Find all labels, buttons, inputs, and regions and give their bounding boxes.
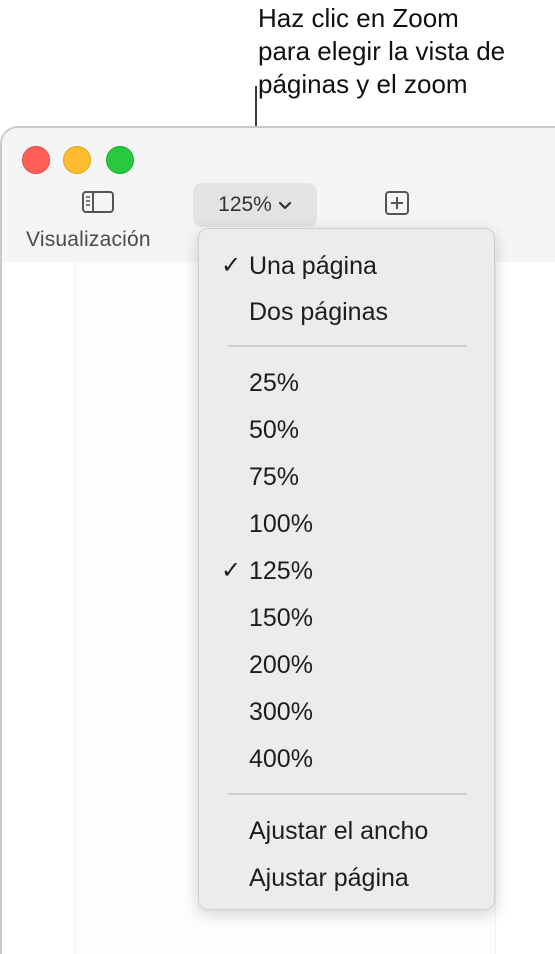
menu-item-zoom-125[interactable]: ✓ 125% <box>199 551 494 591</box>
zoom-popup-button[interactable]: 125% <box>193 183 317 227</box>
menu-item-una-pagina[interactable]: ✓ Una página <box>199 246 494 286</box>
zoom-menu: ✓ Una página Dos páginas 25% 50% 75% 100… <box>198 228 495 910</box>
menu-item-label: Una página <box>249 252 377 280</box>
checkmark-icon: ✓ <box>220 557 242 584</box>
menu-item-label: 150% <box>249 604 313 632</box>
menu-item-ajustar-pagina[interactable]: Ajustar página <box>199 858 494 898</box>
view-button[interactable] <box>78 190 118 218</box>
menu-item-label: 50% <box>249 416 300 444</box>
menu-item-zoom-50[interactable]: 50% <box>199 410 494 450</box>
maximize-window-button[interactable] <box>106 146 134 174</box>
menu-item-zoom-150[interactable]: 150% <box>199 598 494 638</box>
menu-item-label: 200% <box>249 651 313 679</box>
menu-item-zoom-25[interactable]: 25% <box>199 363 494 403</box>
add-page-button[interactable] <box>382 190 412 220</box>
menu-item-zoom-75[interactable]: 75% <box>199 457 494 497</box>
menu-item-label: 25% <box>249 369 300 397</box>
close-window-button[interactable] <box>22 146 50 174</box>
callout-line-3: páginas y el zoom <box>258 69 468 99</box>
view-button-label[interactable]: Visualización <box>26 228 151 252</box>
callout-line-2: para elegir la vista de <box>258 36 506 66</box>
menu-item-label: 400% <box>249 745 313 773</box>
menu-item-dos-paginas[interactable]: Dos páginas <box>199 292 494 332</box>
sidebar-icon <box>81 190 115 219</box>
menu-item-zoom-300[interactable]: 300% <box>199 692 494 732</box>
menu-item-zoom-400[interactable]: 400% <box>199 739 494 779</box>
menu-item-label: Ajustar página <box>249 864 409 892</box>
menu-item-label: 125% <box>249 557 313 585</box>
menu-item-zoom-100[interactable]: 100% <box>199 504 494 544</box>
zoom-value: 125% <box>218 193 272 216</box>
zoom-callout: Haz clic en Zoom para elegir la vista de… <box>258 2 548 101</box>
menu-item-label: 300% <box>249 698 313 726</box>
chevron-down-icon <box>278 193 292 217</box>
callout-line-1: Haz clic en Zoom <box>258 3 459 33</box>
menu-item-label: 100% <box>249 510 313 538</box>
menu-item-ajustar-ancho[interactable]: Ajustar el ancho <box>199 811 494 851</box>
menu-item-label: Ajustar el ancho <box>249 817 429 845</box>
menu-item-zoom-200[interactable]: 200% <box>199 645 494 685</box>
minimize-window-button[interactable] <box>63 146 91 174</box>
screenshot-stage: Haz clic en Zoom para elegir la vista de… <box>0 0 555 954</box>
add-icon <box>384 190 410 221</box>
menu-separator <box>228 793 467 795</box>
checkmark-icon: ✓ <box>220 252 242 279</box>
menu-item-label: Dos páginas <box>249 298 388 326</box>
menu-separator <box>228 345 467 347</box>
menu-item-label: 75% <box>249 463 300 491</box>
